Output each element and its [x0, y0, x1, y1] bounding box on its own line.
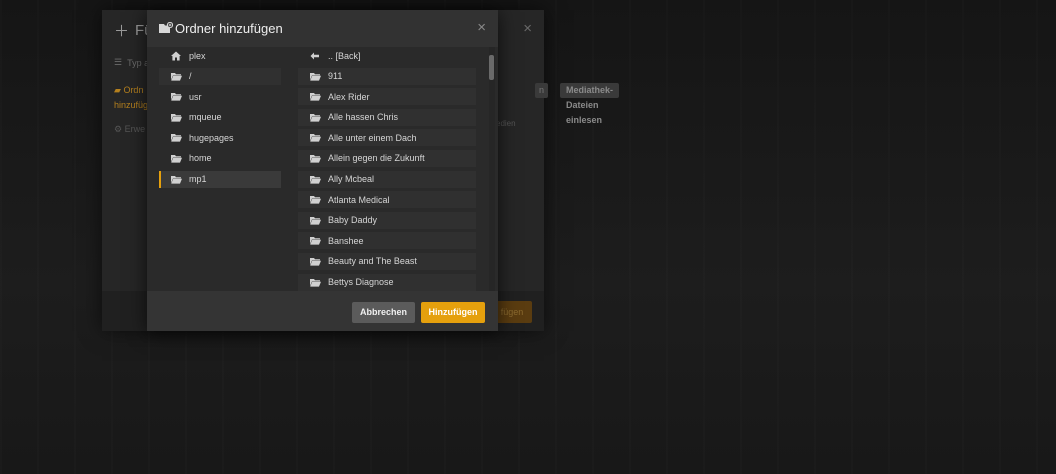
add-button[interactable]: Hinzufügen: [421, 302, 485, 323]
plus-icon: ＋: [114, 23, 130, 40]
folder-icon: [171, 112, 183, 122]
folder-list-item[interactable]: .. [Back]: [298, 47, 476, 64]
folder-icon: [310, 133, 322, 143]
folder-list-item[interactable]: Beauty and The Beast: [298, 252, 476, 270]
folder-list-item[interactable]: Alle hassen Chris: [298, 108, 476, 126]
folder-icon: [171, 153, 183, 163]
folder-icon: [171, 174, 183, 184]
parent-add-button[interactable]: fügen: [492, 301, 532, 323]
folder-icon: [171, 71, 183, 81]
root-folder-list: plex / usr mqueue hugepages home mp1: [159, 47, 281, 191]
subfolder-list: .. [Back] 911 Alex Rider Alle hassen Chris A…: [298, 47, 476, 291]
folder-list-item-label: home: [189, 153, 212, 164]
parent-note: edien: [496, 119, 516, 128]
folder-list-item[interactable]: Baby Daddy: [298, 211, 476, 229]
folder-list-item[interactable]: mp1: [159, 170, 281, 188]
scan-library-button[interactable]: Mediathek-Dateien einlesen: [560, 83, 620, 125]
folder-icon: [310, 92, 322, 102]
folder-list-item[interactable]: usr: [159, 88, 281, 105]
scrollbar-track[interactable]: [489, 47, 495, 291]
folder-list-item-label: Atlanta Medical: [328, 194, 390, 205]
parent-partial-button[interactable]: n: [535, 83, 549, 98]
parent-folder-link[interactable]: ▰ Ordn hinzufüg: [114, 83, 148, 113]
folder-list-item[interactable]: home: [159, 150, 281, 167]
scrollbar-thumb[interactable]: [489, 55, 494, 80]
folder-list-item[interactable]: Banshee: [298, 232, 476, 250]
folder-list-item[interactable]: Ally Mcbeal: [298, 170, 476, 188]
folder-list-item-label: Banshee: [328, 235, 364, 246]
folder-list-item-label: hugepages: [189, 132, 234, 143]
folder-list-item[interactable]: plex: [159, 47, 281, 64]
list-icon: ☰: [114, 57, 123, 67]
folder-add-icon: [159, 22, 173, 33]
dialog-header: Ordner hinzufügen ×: [147, 10, 498, 47]
folder-icon: [310, 215, 322, 225]
folder-list-item-label: plex: [189, 50, 206, 61]
folder-list-item[interactable]: hugepages: [159, 129, 281, 146]
folder-icon: [310, 174, 322, 184]
folder-list-item-label: Alle hassen Chris: [328, 112, 399, 123]
folder-list-item-label: mp1: [189, 174, 207, 185]
folder-icon: [171, 133, 183, 143]
folder-list-item-label: Allein gegen die Zukunft: [328, 153, 425, 164]
folder-icon: [310, 256, 322, 266]
folder-list-item-label: Ally Mcbeal: [328, 174, 375, 185]
folder-icon: [310, 153, 322, 163]
folder-list-item[interactable]: 911: [298, 67, 476, 85]
folder-list-item-label: Alle unter einem Dach: [328, 132, 417, 143]
folder-list-item-label: Alex Rider: [328, 91, 370, 102]
folder-list-item-label: /: [189, 71, 192, 82]
parent-advanced[interactable]: ⚙ Erwe: [114, 124, 145, 135]
dialog-title: Ordner hinzufügen: [175, 21, 283, 36]
back-arrow-icon: [310, 51, 322, 61]
folder-list-item[interactable]: Atlanta Medical: [298, 191, 476, 209]
folder-list-item[interactable]: Alex Rider: [298, 88, 476, 106]
folder-list-item-label: Baby Daddy: [328, 215, 378, 226]
folder-list-item-label: Beauty and The Beast: [328, 256, 417, 267]
folder-browser: plex / usr mqueue hugepages home mp1 .. [Back]…: [147, 47, 498, 291]
folder-list-item[interactable]: mqueue: [159, 109, 281, 126]
folder-list-item-label: usr: [189, 91, 202, 102]
folder-icon: [310, 195, 322, 205]
folder-list-item-label: mqueue: [189, 112, 222, 123]
folder-list-item-label: Bettys Diagnose: [328, 277, 394, 288]
parent-close-icon[interactable]: ×: [523, 20, 532, 37]
folder-list-item-label: .. [Back]: [328, 50, 361, 61]
folder-list-item-label: 911: [328, 71, 343, 82]
gear-icon: ⚙: [114, 124, 123, 134]
folder-icon: [310, 112, 322, 122]
folder-list-item[interactable]: Allein gegen die Zukunft: [298, 149, 476, 167]
add-folder-dialog: Ordner hinzufügen × plex / usr mqueue hugepa…: [147, 10, 498, 331]
folder-icon: [171, 92, 183, 102]
close-icon[interactable]: ×: [477, 19, 486, 36]
folder-list-item[interactable]: Alle unter einem Dach: [298, 129, 476, 147]
folder-icon: ▰: [114, 85, 121, 95]
folder-icon: [310, 277, 322, 287]
cancel-button[interactable]: Abbrechen: [352, 302, 415, 323]
folder-icon: [310, 71, 322, 81]
folder-list-item[interactable]: /: [159, 67, 281, 85]
folder-icon: [310, 236, 322, 246]
parent-type-label: ☰ Typ a: [114, 57, 150, 68]
folder-list-item[interactable]: Bettys Diagnose: [298, 273, 476, 291]
home-icon: [171, 51, 183, 61]
